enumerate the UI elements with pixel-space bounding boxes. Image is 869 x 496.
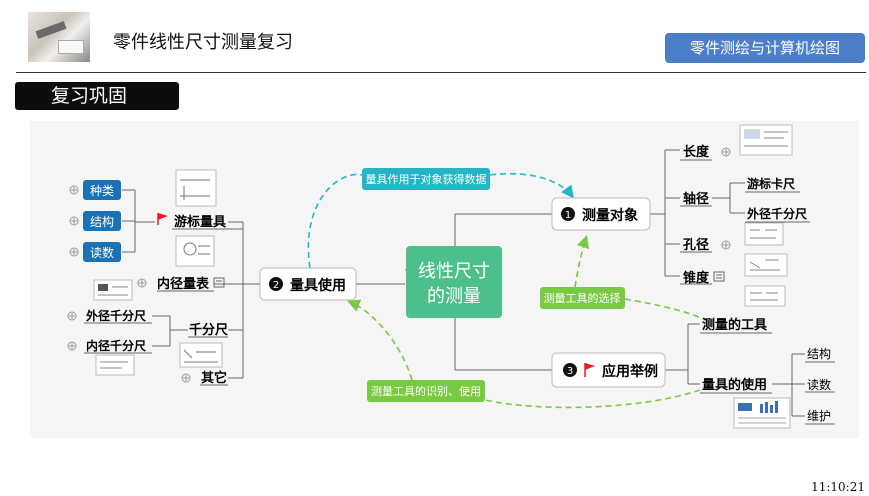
svg-text:读数: 读数 bbox=[90, 245, 114, 260]
topic-outer-micrometer-2[interactable]: 外径千分尺 bbox=[86, 308, 146, 323]
svg-text:3: 3 bbox=[567, 366, 573, 377]
topic-other[interactable]: 其它 bbox=[201, 370, 227, 386]
thumbnail-inner-micrometer bbox=[95, 354, 135, 376]
topic-use-reading[interactable]: 读数 bbox=[807, 377, 831, 392]
topic-taper[interactable]: 锥度 bbox=[683, 270, 710, 286]
timestamp: 11:10:21 bbox=[811, 480, 865, 494]
topic-use-maintenance[interactable]: 维护 bbox=[807, 409, 831, 423]
relation-line-example bbox=[484, 389, 701, 409]
note-icon-bore bbox=[213, 277, 225, 288]
svg-text:种类: 种类 bbox=[90, 184, 114, 198]
central-line-2: 的测量 bbox=[427, 286, 481, 307]
topic-vernier-caliper[interactable]: 游标卡尺 bbox=[747, 176, 795, 191]
topic-measuring-tools[interactable]: 测量的工具 bbox=[702, 317, 767, 333]
relation-arrow-choice bbox=[574, 234, 590, 288]
topic-vernier-tools[interactable]: 游标量具 bbox=[174, 214, 226, 230]
central-node[interactable] bbox=[406, 246, 502, 318]
thumbnail-taper-2 bbox=[744, 285, 786, 307]
flag-icon bbox=[157, 213, 168, 225]
topic-tool-use[interactable]: 量具的使用 bbox=[702, 377, 767, 393]
topic-inner-micrometer[interactable]: 内径千分尺 bbox=[86, 338, 146, 353]
topic-length[interactable]: 长度 bbox=[683, 144, 710, 160]
topic-hole-diameter[interactable]: 孔径 bbox=[683, 237, 709, 253]
thumbnail-bore bbox=[93, 279, 133, 301]
node-application-example-label: 应用举例 bbox=[602, 363, 658, 380]
relation-arrow-example-usage bbox=[347, 299, 413, 381]
svg-text:1: 1 bbox=[565, 210, 571, 221]
relation-arrow-tool-object bbox=[489, 172, 574, 199]
svg-text:测量工具的识别、使用: 测量工具的识别、使用 bbox=[371, 384, 481, 398]
svg-text:2: 2 bbox=[273, 280, 279, 291]
thumbnail-micrometer bbox=[179, 342, 223, 368]
svg-text:测量工具的选择: 测量工具的选择 bbox=[544, 291, 621, 305]
thumbnail-length bbox=[739, 124, 793, 156]
mindmap-diagram: 线性尺寸 的测量 1 测量对象 2 量具使用 3 应用举例 长度 轴径 孔径 锥… bbox=[67, 124, 835, 429]
thumbnail-vernier-1 bbox=[175, 169, 217, 207]
svg-text:结构: 结构 bbox=[90, 214, 114, 229]
thumbnail-tool-use bbox=[733, 397, 791, 429]
topic-shaft-diameter[interactable]: 轴径 bbox=[683, 191, 709, 207]
node-tool-usage-label: 量具使用 bbox=[290, 277, 346, 294]
node-measure-object-label: 测量对象 bbox=[582, 207, 638, 224]
thumbnail-hole bbox=[744, 222, 784, 246]
topic-use-structure[interactable]: 结构 bbox=[807, 346, 831, 361]
thumbnail-taper-1 bbox=[744, 253, 788, 277]
topic-outer-micrometer[interactable]: 外径千分尺 bbox=[747, 206, 807, 221]
central-line-1: 线性尺寸 bbox=[418, 261, 490, 282]
topic-bore-gauge[interactable]: 内径量表 bbox=[157, 276, 210, 292]
topic-micrometer-group[interactable]: 千分尺 bbox=[189, 322, 228, 338]
note-icon-taper bbox=[713, 271, 725, 282]
relation-line-tool-object bbox=[307, 173, 363, 269]
svg-text:量具作用于对象获得数据: 量具作用于对象获得数据 bbox=[366, 172, 487, 186]
relation-line-choice bbox=[624, 298, 706, 321]
thumbnail-vernier-2 bbox=[175, 235, 215, 267]
